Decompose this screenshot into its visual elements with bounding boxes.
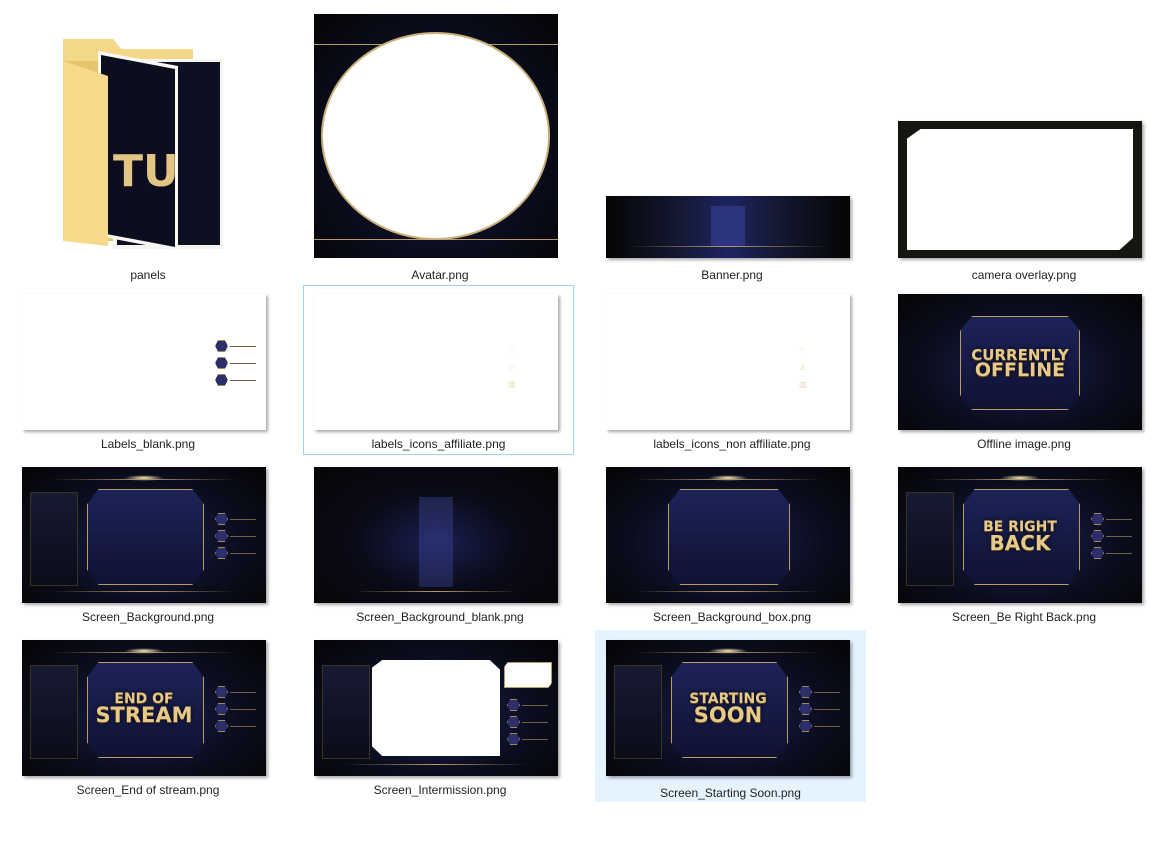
file-item-screen-end-of-stream[interactable]: END OF STREAM Screen_End of stream.png: [3, 632, 293, 802]
screen-background-box-thumbnail: [606, 467, 850, 603]
labels-icons-affiliate-thumbnail: ♡ ☆ ▥: [314, 294, 558, 430]
file-item-labels-icons-non-affiliate[interactable]: ♡ ♙ ▥ labels_icons_non affiliate.png: [587, 286, 877, 456]
file-label: Screen_Background.png: [81, 610, 215, 624]
screen-intermission-thumbnail: [314, 640, 558, 776]
file-label: panels: [130, 268, 166, 282]
file-item-camera-overlay[interactable]: camera overlay.png: [879, 6, 1167, 282]
camera-overlay-thumbnail: [898, 121, 1142, 258]
file-item-labels-icons-affiliate[interactable]: ♡ ☆ ▥ labels_icons_affiliate.png: [303, 285, 574, 455]
file-label: Screen_Background_blank.png: [356, 610, 524, 624]
file-label: Screen_Background_box.png: [652, 610, 812, 624]
file-label: Avatar.png: [411, 268, 469, 282]
offline-image-thumbnail: CURRENTLY OFFLINE: [898, 294, 1142, 430]
file-label: labels_icons_affiliate.png: [371, 437, 506, 451]
overlay-text-line: OFFLINE: [974, 359, 1066, 381]
screen-background-blank-thumbnail: [314, 467, 558, 603]
file-label: camera overlay.png: [971, 268, 1077, 282]
file-item-screen-intermission[interactable]: Screen_Intermission.png: [295, 632, 585, 802]
file-item-screen-background-blank[interactable]: Screen_Background_blank.png: [295, 459, 585, 629]
screen-background-thumbnail: [22, 467, 266, 603]
file-label: Screen_Intermission.png: [373, 783, 507, 797]
file-item-screen-be-right-back[interactable]: BE RIGHT BACK Screen_Be Right Back.png: [879, 459, 1167, 629]
file-label: Screen_Starting Soon.png: [660, 786, 801, 800]
file-item-screen-background-box[interactable]: Screen_Background_box.png: [587, 459, 877, 629]
file-label: Screen_End of stream.png: [76, 783, 220, 797]
file-item-avatar[interactable]: Avatar.png: [295, 6, 585, 282]
labels-blank-thumbnail: [22, 294, 266, 430]
file-item-offline-image[interactable]: CURRENTLY OFFLINE Offline image.png: [879, 286, 1167, 456]
screen-end-of-stream-thumbnail: END OF STREAM: [22, 640, 266, 776]
file-label: labels_icons_non affiliate.png: [653, 437, 811, 451]
file-label: Labels_blank.png: [100, 437, 196, 451]
file-item-labels-blank[interactable]: Labels_blank.png: [3, 286, 293, 456]
file-item-panels[interactable]: TU panels: [3, 6, 293, 282]
file-label: Screen_Be Right Back.png: [951, 610, 1097, 624]
file-label: Banner.png: [701, 268, 763, 282]
file-label: Offline image.png: [977, 437, 1071, 451]
screen-starting-soon-thumbnail: STARTING SOON: [606, 640, 850, 776]
avatar-thumbnail: [314, 14, 558, 258]
labels-icons-non-affiliate-thumbnail: ♡ ♙ ▥: [606, 294, 850, 430]
folder-icon: TU: [43, 31, 243, 256]
file-item-screen-background[interactable]: Screen_Background.png: [3, 459, 293, 629]
file-item-banner[interactable]: Banner.png: [587, 6, 877, 282]
folder-thumb-text: TU: [113, 146, 179, 197]
file-item-screen-starting-soon[interactable]: STARTING SOON Screen_Starting Soon.png: [595, 630, 866, 802]
screen-be-right-back-thumbnail: BE RIGHT BACK: [898, 467, 1142, 603]
banner-thumbnail: [606, 196, 850, 258]
